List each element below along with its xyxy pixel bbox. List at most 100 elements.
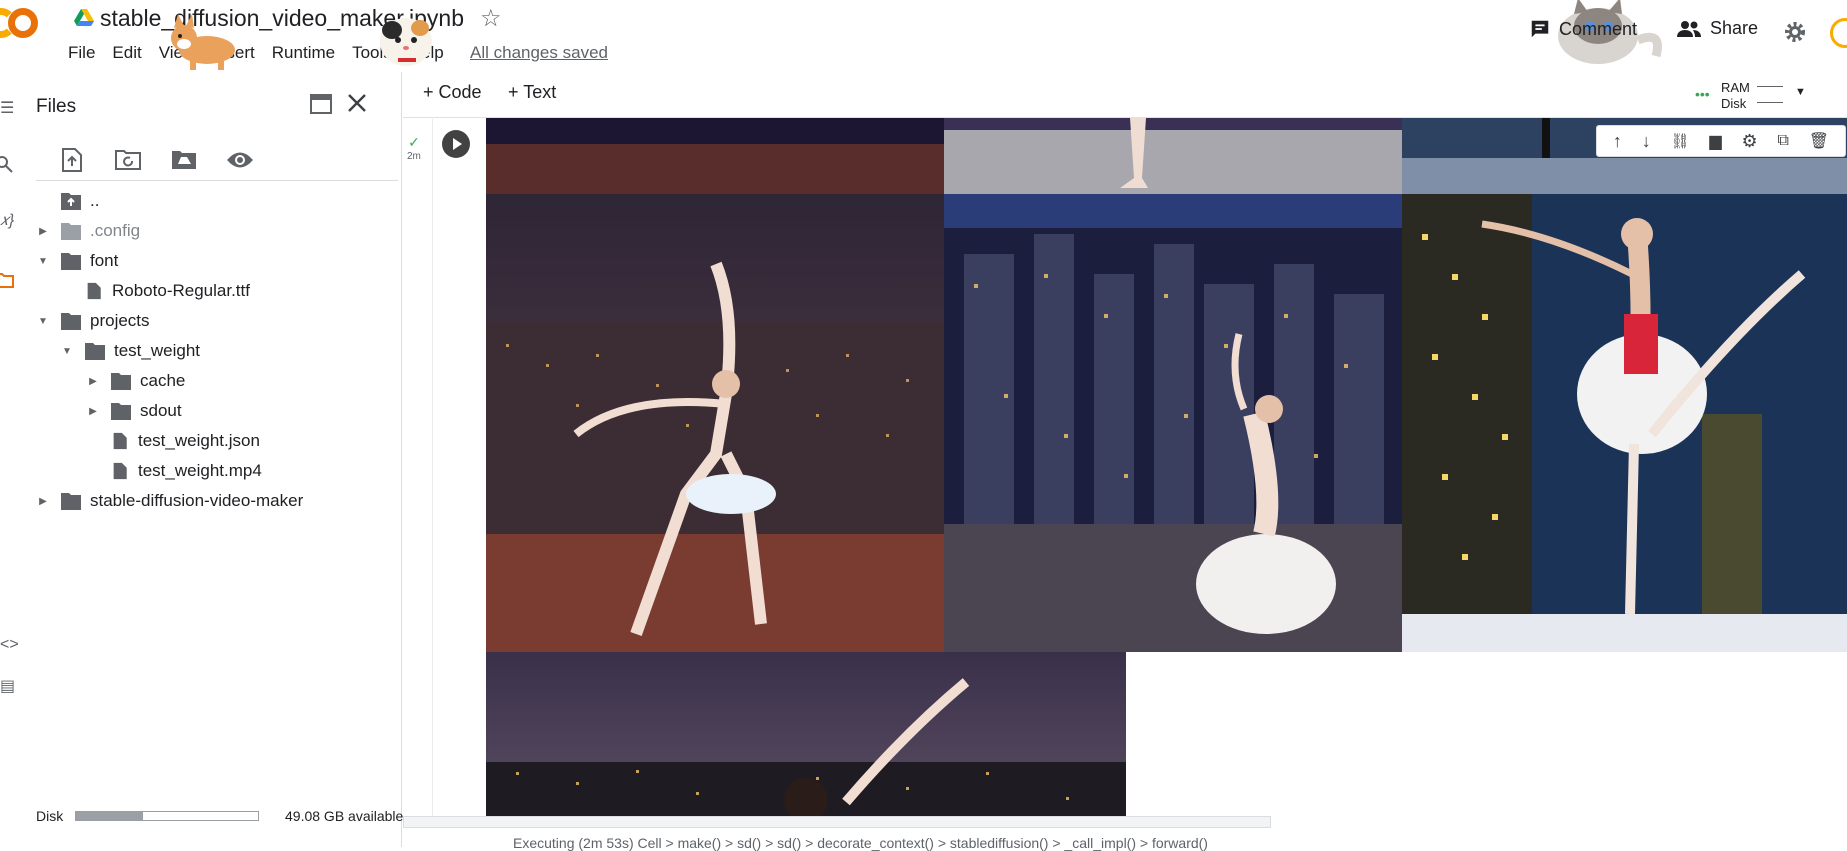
comment-icon[interactable]: ▆ bbox=[1709, 131, 1721, 151]
chevron-down-icon[interactable]: ▼ bbox=[36, 254, 50, 268]
mirror-cell-icon[interactable]: ⧉ bbox=[1777, 132, 1788, 150]
search-icon[interactable] bbox=[0, 156, 14, 174]
menu-runtime[interactable]: Runtime bbox=[272, 43, 335, 63]
menu-icon[interactable]: ☰ bbox=[0, 98, 14, 118]
share-icon bbox=[1677, 20, 1701, 37]
output-image-ballerina-2 bbox=[944, 194, 1402, 652]
file-icon bbox=[87, 282, 101, 300]
divider bbox=[36, 180, 398, 181]
disk-available: 49.08 GB available bbox=[285, 808, 404, 824]
folder-icon bbox=[61, 313, 81, 330]
move-up-icon[interactable]: ↑ bbox=[1613, 131, 1622, 152]
tree-item-test-weight-mp4[interactable]: test_weight.mp4 bbox=[112, 456, 262, 486]
output-image-ballerina-3 bbox=[1402, 194, 1847, 652]
tree-label: test_weight bbox=[114, 341, 200, 360]
checkmark-icon: ✓ bbox=[408, 134, 420, 150]
gear-icon[interactable]: ⚙ bbox=[1742, 131, 1758, 152]
chevron-right-icon[interactable]: ▶ bbox=[36, 494, 50, 508]
files-panel: Files .. ▶ .config ▼ font Roboto-Regular… bbox=[18, 72, 403, 847]
tree-label: test_weight.json bbox=[138, 431, 260, 450]
menu-file[interactable]: File bbox=[68, 43, 95, 63]
move-down-icon[interactable]: ↓ bbox=[1642, 131, 1651, 152]
menu-edit[interactable]: Edit bbox=[112, 43, 141, 63]
cell-gutter bbox=[403, 119, 433, 819]
delete-icon[interactable]: 🗑 bbox=[1809, 131, 1829, 151]
chevron-down-icon[interactable]: ▼ bbox=[60, 344, 74, 358]
file-icon bbox=[113, 432, 127, 450]
drive-icon bbox=[74, 9, 94, 26]
mount-drive-icon[interactable] bbox=[166, 142, 202, 178]
upload-icon[interactable] bbox=[54, 142, 90, 178]
colab-logo[interactable] bbox=[0, 8, 48, 48]
folder-icon bbox=[85, 343, 105, 360]
folder-icon[interactable] bbox=[0, 272, 14, 288]
output-image-top-1 bbox=[486, 118, 944, 194]
disk-label: Disk bbox=[36, 808, 64, 824]
tree-label: font bbox=[90, 251, 119, 270]
cell-exec-status: ✓ 2m bbox=[407, 134, 421, 162]
tree-label: stable-diffusion-video-maker bbox=[90, 491, 304, 510]
output-image-top-2 bbox=[944, 118, 1402, 194]
resources-indicator[interactable]: ••• RAM Disk ▼ bbox=[1695, 80, 1815, 112]
add-text-button[interactable]: + Text bbox=[508, 82, 556, 103]
files-toolbar bbox=[54, 142, 258, 178]
eye-icon[interactable] bbox=[222, 142, 258, 178]
ram-meter bbox=[1757, 86, 1783, 87]
run-cell-button[interactable] bbox=[442, 130, 470, 158]
tree-item-parent[interactable]: .. bbox=[60, 186, 99, 216]
tree-item-projects[interactable]: ▼ projects bbox=[36, 306, 150, 336]
chevron-down-icon[interactable]: ▼ bbox=[36, 314, 50, 328]
tree-item-sdout[interactable]: ▶ sdout bbox=[86, 396, 182, 426]
tree-item-font[interactable]: ▼ font bbox=[36, 246, 118, 276]
close-icon[interactable] bbox=[346, 92, 368, 114]
notebook-area: + Code + Text ••• RAM Disk ▼ ✓ 2m ↑ ↓ ⛓ … bbox=[403, 72, 1847, 851]
tree-item-stable-diffusion-video-maker[interactable]: ▶ stable-diffusion-video-maker bbox=[36, 486, 303, 516]
tree-label: Roboto-Regular.ttf bbox=[112, 281, 250, 300]
gear-icon[interactable] bbox=[1783, 20, 1807, 44]
add-text-label: Text bbox=[523, 82, 557, 102]
chevron-down-icon[interactable]: ▼ bbox=[1795, 86, 1806, 98]
save-status[interactable]: All changes saved bbox=[470, 43, 608, 63]
profile-avatar-partial[interactable] bbox=[1830, 18, 1847, 48]
horizontal-scrollbar[interactable] bbox=[403, 816, 1271, 828]
chevron-right-icon[interactable]: ▶ bbox=[36, 224, 50, 238]
tree-item-config[interactable]: ▶ .config bbox=[36, 216, 140, 246]
tree-label: projects bbox=[90, 311, 150, 330]
execution-status-bar: Executing (2m 53s) Cell > make() > sd() … bbox=[513, 835, 1208, 851]
tree-label: sdout bbox=[140, 401, 182, 420]
disk-label: Disk bbox=[1721, 96, 1747, 111]
link-icon[interactable]: ⛓ bbox=[1671, 132, 1690, 150]
cell-exec-time: 2m bbox=[407, 151, 421, 162]
folder-icon bbox=[111, 373, 131, 390]
corgi-sticker bbox=[171, 14, 235, 70]
folder-icon bbox=[111, 403, 131, 420]
ram-label: RAM bbox=[1721, 80, 1750, 95]
terminal-icon[interactable]: ▤ bbox=[0, 676, 15, 696]
disk-usage-bar bbox=[75, 811, 259, 821]
star-icon[interactable]: ☆ bbox=[480, 4, 502, 33]
tree-item-test-weight[interactable]: ▼ test_weight bbox=[60, 336, 200, 366]
tree-item-test-weight-json[interactable]: test_weight.json bbox=[112, 426, 260, 456]
files-panel-title: Files bbox=[36, 96, 77, 117]
folder-icon bbox=[61, 493, 81, 510]
disk-usage: Disk 49.08 GB available bbox=[36, 806, 406, 826]
tree-label: test_weight.mp4 bbox=[138, 461, 262, 480]
chevron-right-icon[interactable]: ▶ bbox=[86, 404, 100, 418]
refresh-icon[interactable] bbox=[110, 142, 146, 178]
tree-label: .. bbox=[90, 191, 100, 210]
add-code-button[interactable]: + Code bbox=[423, 82, 482, 103]
variables-icon[interactable]: 𝑥} bbox=[0, 212, 14, 230]
comment-icon bbox=[1531, 20, 1549, 38]
comment-button[interactable]: Comment bbox=[1529, 18, 1637, 40]
app-header: stable_diffusion_video_maker.ipynb ☆ Fil… bbox=[0, 0, 1847, 72]
folder-icon bbox=[61, 253, 81, 270]
code-snippets-icon[interactable]: <> bbox=[0, 636, 19, 654]
tree-item-cache[interactable]: ▶ cache bbox=[86, 366, 185, 396]
notebook-toolbar: + Code + Text ••• RAM Disk ▼ bbox=[403, 72, 1847, 118]
tree-item-roboto[interactable]: Roboto-Regular.ttf bbox=[86, 276, 250, 306]
maximize-icon[interactable] bbox=[310, 94, 332, 114]
share-button[interactable]: Share bbox=[1676, 18, 1758, 39]
output-image-ballerina-4 bbox=[486, 652, 1126, 816]
chevron-right-icon[interactable]: ▶ bbox=[86, 374, 100, 388]
run-icon bbox=[453, 138, 462, 150]
